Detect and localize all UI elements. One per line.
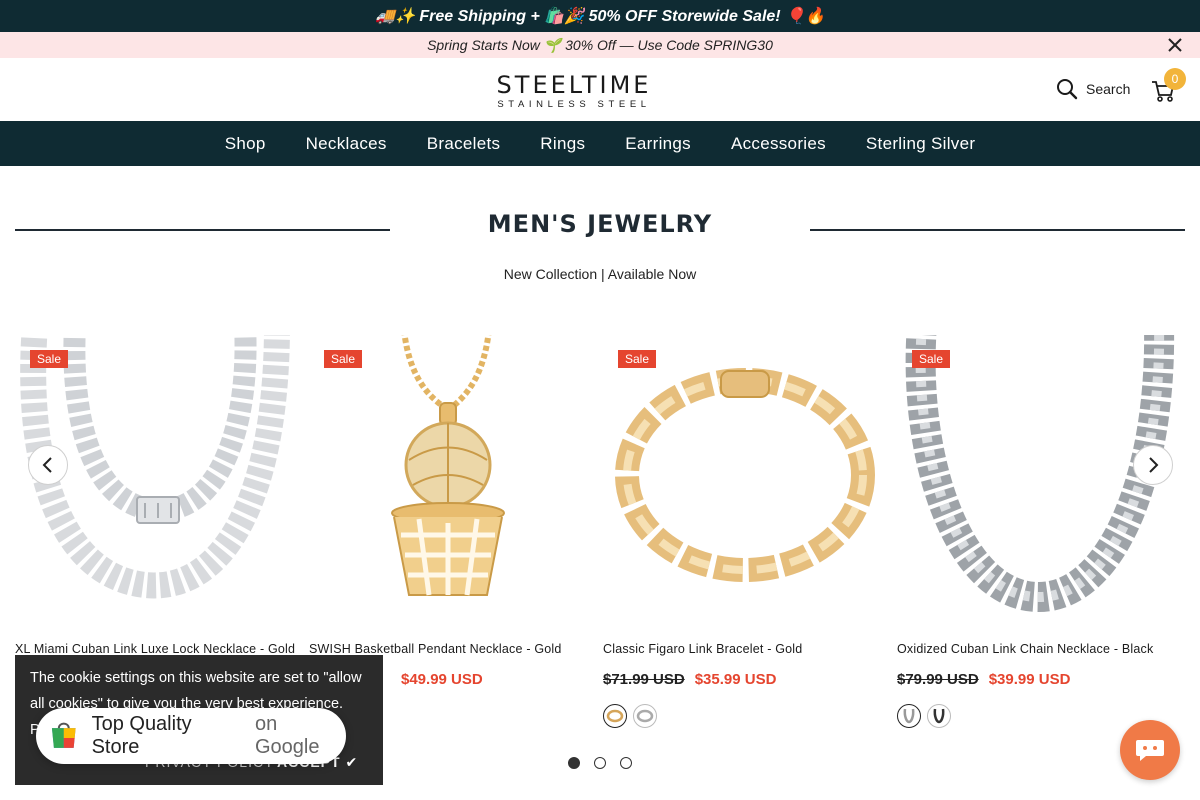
carousel-prev-button[interactable] <box>28 445 68 485</box>
badge-title: Top Quality Store <box>91 713 192 758</box>
nav-item-bracelets[interactable]: Bracelets <box>427 134 501 154</box>
section-subtitle: New Collection | Available Now <box>503 266 697 282</box>
carousel-dot-2[interactable] <box>594 757 606 769</box>
product-image[interactable]: Sale <box>897 335 1175 625</box>
product-image[interactable]: Sale <box>309 335 587 625</box>
logo-sub-text: STAINLESS STEEL <box>497 99 651 110</box>
main-nav: Shop Necklaces Bracelets Rings Earrings … <box>0 121 1200 166</box>
nav-item-shop[interactable]: Shop <box>225 134 266 154</box>
silver-link-icon <box>636 709 654 723</box>
product-name[interactable]: Oxidized Cuban Link Chain Necklace - Bla… <box>897 642 1187 656</box>
carousel-dot-1[interactable] <box>568 757 580 769</box>
swatch-silver[interactable] <box>633 704 657 728</box>
original-price: $71.99 USD <box>603 671 685 688</box>
black-chain-icon <box>933 708 945 724</box>
promo-text: Spring Starts Now 🌱 30% Off — Use Code S… <box>427 36 773 53</box>
oxidized-cuban-chain-image <box>905 335 1175 613</box>
product-name[interactable]: Classic Figaro Link Bracelet - Gold <box>603 642 893 656</box>
announcement-text: 🚚✨ Free Shipping + 🛍️🎉 50% OFF Storewide… <box>375 8 825 25</box>
cart-button[interactable]: 0 <box>1150 68 1190 107</box>
sale-badge: Sale <box>30 350 69 368</box>
sale-badge: Sale <box>618 350 657 368</box>
chevron-right-icon <box>1149 457 1159 473</box>
search-label: Search <box>1086 81 1131 97</box>
chat-icon <box>1136 740 1164 761</box>
close-icon[interactable] <box>1166 36 1184 54</box>
logo-main-text: STEELTIME <box>496 71 652 99</box>
store-logo[interactable]: STEELTIME STAINLESS STEEL <box>494 71 654 111</box>
figaro-bracelet-image <box>615 368 875 582</box>
gold-link-icon <box>606 709 624 723</box>
nav-item-accessories[interactable]: Accessories <box>731 134 826 154</box>
sale-price: $39.99 USD <box>988 671 1071 688</box>
nav-item-rings[interactable]: Rings <box>540 134 585 154</box>
sale-price: $49.99 USD <box>401 671 483 688</box>
product-name[interactable]: XL Miami Cuban Link Luxe Lock Necklace -… <box>15 642 305 656</box>
nav-item-earrings[interactable]: Earrings <box>625 134 691 154</box>
color-swatches <box>603 704 657 728</box>
silver-chain-icon <box>903 708 915 724</box>
search-icon <box>1057 79 1078 100</box>
nav-item-sterling-silver[interactable]: Sterling Silver <box>866 134 975 154</box>
section-title: MEN'S JEWELRY <box>487 210 713 238</box>
carousel-pagination <box>568 757 632 769</box>
site-header: STEELTIME STAINLESS STEEL Search 0 <box>0 58 1200 121</box>
chat-button[interactable] <box>1120 720 1180 780</box>
color-swatches <box>897 704 951 728</box>
original-price: $79.99 USD <box>897 671 979 688</box>
product-card: Sale Classic Figaro Link Bracelet - Gold… <box>603 335 881 735</box>
price-row: $49.99 USD <box>401 671 483 688</box>
nav-item-necklaces[interactable]: Necklaces <box>306 134 387 154</box>
product-image[interactable]: Sale <box>603 335 881 625</box>
sale-price: $35.99 USD <box>694 671 777 688</box>
carousel-next-button[interactable] <box>1133 445 1173 485</box>
product-card: Sale Oxidized Cuban Link Chain Necklace … <box>897 335 1175 735</box>
sale-badge: Sale <box>324 350 363 368</box>
badge-suffix: on Google <box>254 713 320 758</box>
promo-bar: Spring Starts Now 🌱 30% Off — Use Code S… <box>0 32 1200 58</box>
swatch-black[interactable] <box>927 704 951 728</box>
price-row: $79.99 USD $39.99 USD <box>897 671 1070 688</box>
product-name[interactable]: SWISH Basketball Pendant Necklace - Gold <box>309 642 599 656</box>
basketball-pendant-image <box>391 335 505 596</box>
announcement-bar: 🚚✨ Free Shipping + 🛍️🎉 50% OFF Storewide… <box>0 0 1200 32</box>
cart-count-badge: 0 <box>1164 68 1186 90</box>
sale-badge: Sale <box>912 350 951 368</box>
swatch-gold[interactable] <box>603 704 627 728</box>
price-row: $71.99 USD $35.99 USD <box>603 671 776 688</box>
google-shopping-icon <box>51 722 76 748</box>
google-store-badge[interactable]: Top Quality Store on Google <box>36 708 346 764</box>
swatch-silver[interactable] <box>897 704 921 728</box>
chevron-left-icon <box>42 457 52 473</box>
search-button[interactable]: Search <box>1056 78 1130 100</box>
carousel-dot-3[interactable] <box>620 757 632 769</box>
